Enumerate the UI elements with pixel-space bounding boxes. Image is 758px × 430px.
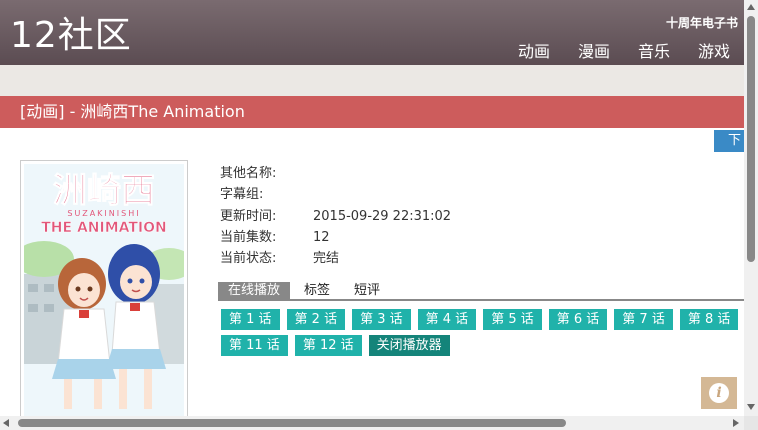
close-player-button[interactable]: 关闭播放器 — [368, 335, 450, 356]
scrollbar-corner — [744, 416, 758, 430]
poster-title-en: THE ANIMATION — [41, 220, 167, 236]
poster-image: 洲崎西 SUZAKINISHI THE ANIMATION — [20, 160, 188, 416]
scroll-down-icon[interactable] — [747, 404, 755, 410]
episode-button[interactable]: 第 6 话 — [548, 309, 608, 330]
episode-list: 第 1 话 第 2 话 第 3 话 第 4 话 第 5 话 第 6 话 第 7 … — [221, 309, 744, 361]
main-nav: 动画 漫画 音乐 游戏 — [518, 38, 730, 62]
episode-button[interactable]: 第 5 话 — [483, 309, 542, 330]
info-label: 当前状态: — [220, 251, 277, 267]
episode-button[interactable]: 第 3 话 — [352, 309, 411, 330]
episode-button[interactable]: 第 1 话 — [221, 309, 280, 330]
info-glyph: i — [709, 383, 729, 403]
tab-online-play[interactable]: 在线播放 — [218, 282, 291, 299]
horizontal-scrollbar[interactable] — [0, 416, 744, 430]
ebook-link[interactable]: 十周年电子书 — [666, 14, 738, 31]
page-title: [动画] - 洲崎西The Animation — [0, 96, 744, 128]
episode-row: 第 1 话 第 2 话 第 3 话 第 4 话 第 5 话 第 6 话 第 7 … — [221, 309, 744, 331]
nav-game[interactable]: 游戏 — [698, 38, 730, 62]
page-viewport: 12社区 十周年电子书 动画 漫画 音乐 游戏 [动画] - 洲崎西The An… — [0, 0, 744, 416]
scroll-right-icon[interactable] — [733, 419, 739, 427]
scroll-left-icon[interactable] — [3, 419, 9, 427]
info-row-updated: 更新时间: 2015-09-29 22:31:02 — [220, 206, 451, 227]
nav-manga[interactable]: 漫画 — [578, 38, 610, 62]
info-row-status: 当前状态: 完结 — [220, 248, 451, 269]
poster-illustration: 洲崎西 SUZAKINISHI THE ANIMATION — [24, 164, 184, 416]
site-logo[interactable]: 12社区 — [10, 14, 132, 58]
scroll-up-icon[interactable] — [747, 4, 755, 10]
info-panel: 其他名称: 字幕组: 更新时间: 2015-09-29 22:31:02 当前集… — [220, 163, 451, 269]
vertical-scroll-thumb[interactable] — [747, 16, 755, 262]
site-header: 12社区 十周年电子书 动画 漫画 音乐 游戏 — [0, 0, 744, 65]
episode-button[interactable]: 第 2 话 — [286, 309, 346, 330]
vertical-scrollbar[interactable] — [744, 0, 758, 416]
info-icon[interactable]: i — [701, 377, 737, 409]
nav-music[interactable]: 音乐 — [638, 38, 670, 62]
content-tabs: 在线播放 标签 短评 — [218, 282, 744, 301]
sub-band — [0, 65, 744, 96]
download-button[interactable]: 下 — [714, 130, 744, 152]
episode-row: 第 11 话 第 12 话 关闭播放器 — [221, 335, 744, 357]
info-row-episodes: 当前集数: 12 — [220, 227, 451, 248]
episode-button[interactable]: 第 4 话 — [417, 309, 477, 330]
poster-title-romaji: SUZAKINISHI — [67, 209, 140, 218]
info-value: 完结 — [313, 251, 340, 267]
info-value: 2015-09-29 22:31:02 — [313, 208, 452, 224]
info-label: 字幕组: — [220, 187, 264, 203]
poster-title-cn: 洲崎西 — [53, 171, 155, 211]
info-row-subgroup: 字幕组: — [220, 184, 451, 205]
tab-tags[interactable]: 标签 — [294, 282, 340, 299]
horizontal-scroll-thumb[interactable] — [18, 419, 566, 427]
episode-button[interactable]: 第 7 话 — [614, 309, 673, 330]
info-row-alias: 其他名称: — [220, 163, 451, 184]
episode-button[interactable]: 第 8 话 — [679, 309, 739, 330]
episode-button[interactable]: 第 11 话 — [221, 335, 288, 356]
episode-button[interactable]: 第 12 话 — [294, 335, 362, 356]
tab-reviews[interactable]: 短评 — [344, 282, 390, 299]
info-label: 更新时间: — [220, 208, 277, 224]
info-value: 12 — [313, 229, 330, 245]
info-label: 当前集数: — [220, 229, 277, 245]
nav-anime[interactable]: 动画 — [518, 38, 550, 62]
info-label: 其他名称: — [220, 166, 277, 181]
